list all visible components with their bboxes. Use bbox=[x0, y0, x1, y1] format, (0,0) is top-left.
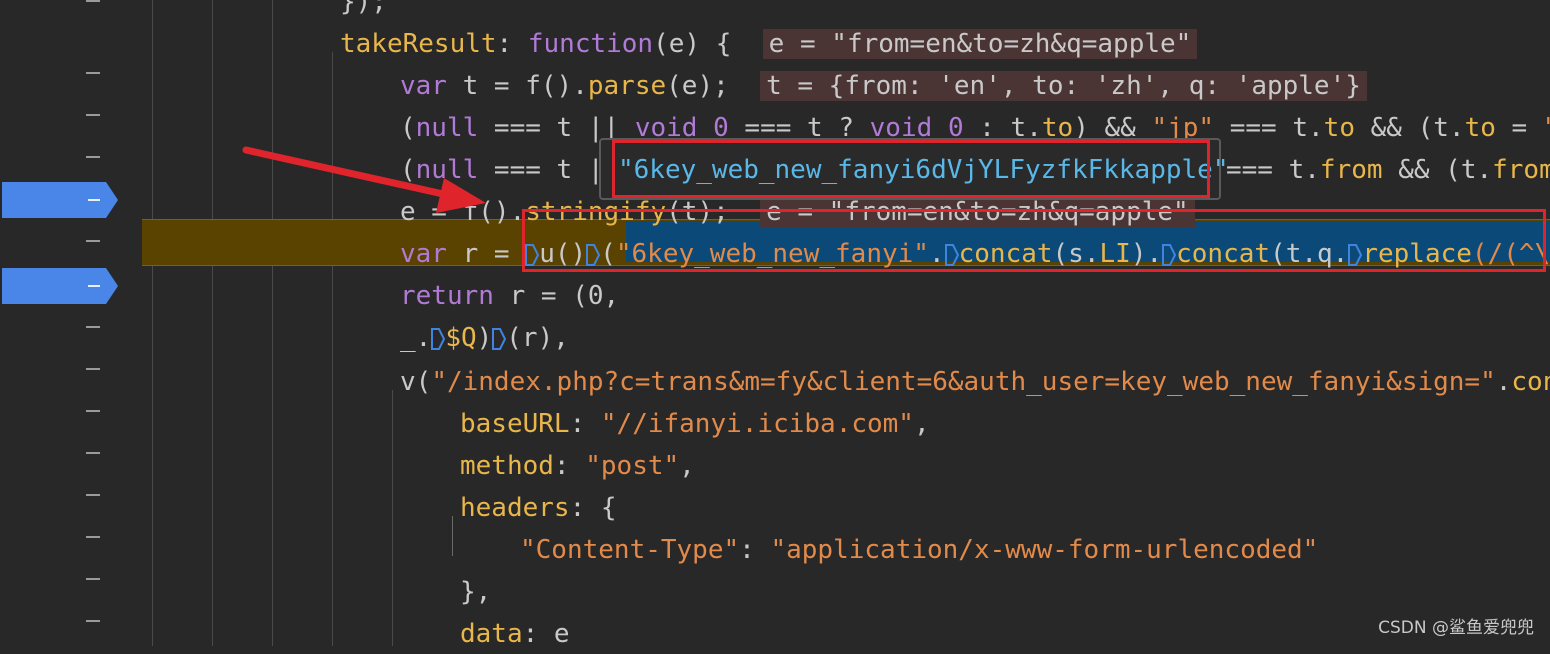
code-token: }); bbox=[340, 0, 387, 17]
code-token: return bbox=[400, 281, 494, 311]
code-token: function bbox=[527, 29, 654, 59]
code-token: === t. bbox=[1226, 155, 1320, 185]
code-token: }, bbox=[460, 577, 492, 607]
code-token: . bbox=[1495, 367, 1512, 397]
code-token: parse bbox=[587, 71, 667, 101]
code-token: , bbox=[679, 451, 695, 481]
code-token: r = bbox=[446, 239, 526, 269]
code-token: (e) { bbox=[653, 29, 763, 59]
code-token: : bbox=[553, 451, 586, 481]
code-token: var bbox=[400, 239, 447, 269]
code-token: = bbox=[1495, 113, 1543, 143]
code-token: t = f(). bbox=[446, 71, 588, 101]
code-token: from bbox=[1492, 155, 1550, 185]
code-token: _. bbox=[400, 323, 432, 353]
code-token: "ja bbox=[1543, 113, 1550, 143]
code-token: null bbox=[415, 155, 479, 185]
code-token: var bbox=[400, 71, 447, 101]
code-token: baseURL bbox=[460, 409, 570, 439]
code-token: conca bbox=[1511, 367, 1550, 397]
code-line[interactable]: data: e bbox=[0, 614, 1550, 654]
code-line[interactable]: }, bbox=[0, 572, 1550, 612]
code-token: t = {from: 'en', to: 'zh', q: 'apple'} bbox=[760, 71, 1367, 101]
code-token: to bbox=[1323, 113, 1355, 143]
step-into-icon[interactable] bbox=[492, 327, 507, 350]
code-token: : bbox=[569, 409, 601, 439]
code-token: method bbox=[460, 451, 554, 481]
code-line[interactable]: return r = (0, bbox=[0, 276, 1550, 316]
code-token: : bbox=[739, 535, 771, 565]
annotation-box-expression bbox=[522, 209, 1546, 272]
code-line[interactable]: _. $Q) (r), bbox=[0, 318, 1550, 358]
code-token: "/index.php?c=trans&m=fy&client=6&auth_u… bbox=[431, 367, 1496, 397]
code-token: to bbox=[1464, 113, 1496, 143]
code-token: === t. bbox=[1214, 113, 1324, 143]
code-token: === t | bbox=[478, 155, 604, 185]
code-line[interactable]: var t = f().parse(e); t = {from: 'en', t… bbox=[0, 66, 1550, 106]
code-line[interactable]: v("/index.php?c=trans&m=fy&client=6&auth… bbox=[0, 362, 1550, 402]
code-token: ( bbox=[400, 113, 416, 143]
code-token: (r), bbox=[506, 323, 569, 353]
annotation-box-tooltip bbox=[612, 140, 1210, 198]
code-token: $Q bbox=[445, 323, 477, 353]
code-line[interactable]: }); bbox=[0, 0, 1550, 22]
code-line[interactable]: headers: { bbox=[0, 488, 1550, 528]
code-token: f(). bbox=[462, 197, 526, 227]
code-token: e = bbox=[400, 197, 463, 227]
code-token: r = (0, bbox=[493, 281, 620, 311]
code-token: v( bbox=[400, 367, 432, 397]
code-token: : bbox=[496, 29, 528, 59]
code-line[interactable]: method: "post", bbox=[0, 446, 1550, 486]
code-token: : { bbox=[569, 493, 617, 523]
code-token: e = "from=en&to=zh&q=apple" bbox=[762, 29, 1198, 59]
code-token: (e); bbox=[666, 71, 761, 101]
code-token: "application/x-www-form-urlencoded" bbox=[770, 535, 1319, 565]
code-token: takeResult bbox=[340, 29, 497, 59]
code-token: , bbox=[913, 409, 930, 439]
code-token: && (t. bbox=[1354, 113, 1465, 143]
watermark: CSDN @鲨鱼爱兜兜 bbox=[1378, 618, 1534, 638]
code-token: ) bbox=[476, 323, 493, 353]
code-token: "post" bbox=[585, 451, 680, 481]
code-token: headers bbox=[460, 493, 570, 523]
step-into-icon[interactable] bbox=[431, 327, 446, 350]
code-token: && (t. bbox=[1382, 155, 1493, 185]
code-token: data bbox=[460, 619, 523, 649]
code-token: "Content-Type" bbox=[520, 535, 740, 565]
code-line[interactable]: baseURL: "//ifanyi.iciba.com", bbox=[0, 404, 1550, 444]
code-token: : e bbox=[522, 619, 570, 649]
code-line[interactable]: takeResult: function(e) { e = "from=en&t… bbox=[0, 24, 1550, 64]
code-token: null bbox=[415, 113, 479, 143]
code-token: "//ifanyi.iciba.com" bbox=[600, 409, 914, 439]
code-token: ( bbox=[400, 155, 416, 185]
code-token: from bbox=[1319, 155, 1383, 185]
code-line[interactable]: "Content-Type": "application/x-www-form-… bbox=[0, 530, 1550, 570]
